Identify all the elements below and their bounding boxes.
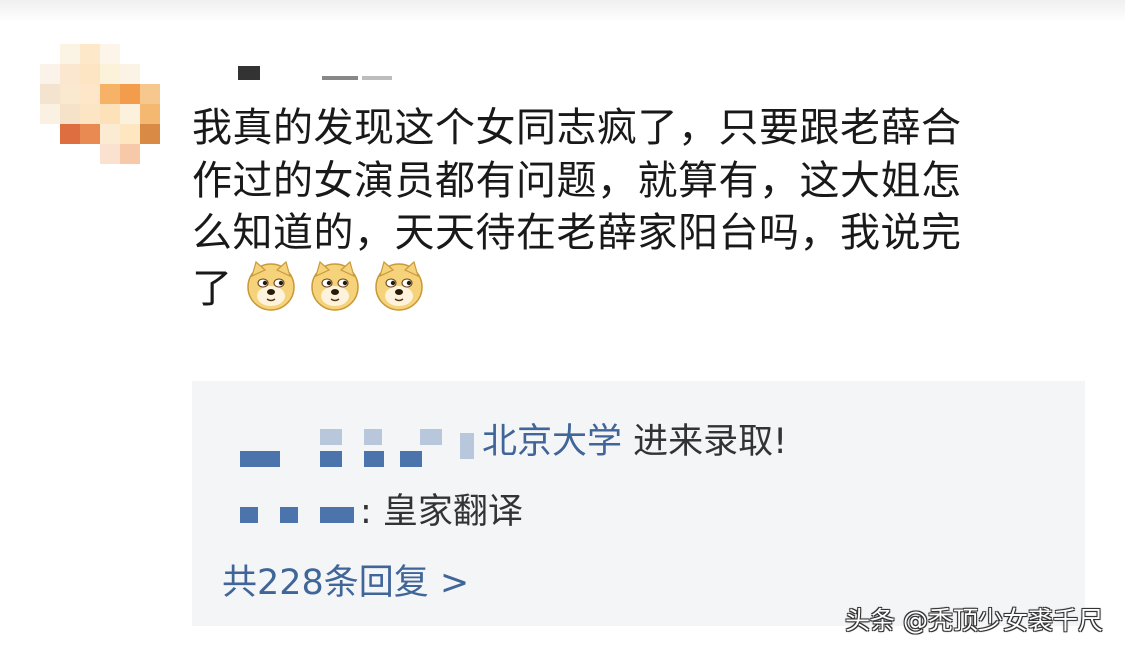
commenter-name[interactable] bbox=[238, 64, 398, 84]
comment-line: 么知道的，天天待在老薛家阳台吗，我说完 bbox=[192, 210, 962, 256]
avatar[interactable] bbox=[40, 44, 160, 164]
doge-icon bbox=[374, 260, 423, 311]
reply-author-blurred[interactable] bbox=[240, 421, 490, 471]
doge-icon bbox=[246, 260, 295, 311]
comment-line-last: 了 bbox=[192, 260, 1052, 316]
comment-line: 我真的发现这个女同志疯了，只要跟老薛合 bbox=[192, 105, 962, 151]
watermark: 头条 @秃顶少女裘千尺 bbox=[845, 606, 1103, 635]
reply-preview-box[interactable]: 北京大学 进来录取! : 皇家翻译 共228条回复 > bbox=[192, 381, 1085, 626]
reply-text: : 皇家翻译 bbox=[360, 492, 523, 532]
comment-line: 作过的女演员都有问题，就算有，这大姐怎 bbox=[192, 157, 962, 204]
reply-author-blurred[interactable] bbox=[240, 493, 370, 533]
comment-body: 我真的发现这个女同志疯了，只要跟老薛合 作过的女演员都有问题，就算有，这大姐怎 … bbox=[192, 102, 1052, 315]
top-edge-shadow bbox=[0, 0, 1125, 22]
comment-screenshot: 我真的发现这个女同志疯了，只要跟老薛合 作过的女演员都有问题，就算有，这大姐怎 … bbox=[0, 0, 1125, 655]
reply-item: 北京大学 进来录取! bbox=[482, 413, 787, 464]
doge-icon bbox=[310, 260, 359, 311]
reply-text: 进来录取! bbox=[622, 422, 788, 462]
reply-author-name[interactable]: 北京大学 bbox=[482, 422, 622, 462]
comment-line-text: 了 bbox=[192, 265, 233, 312]
reply-item: : 皇家翻译 bbox=[360, 483, 523, 534]
view-all-replies-link[interactable]: 共228条回复 > bbox=[222, 554, 469, 605]
